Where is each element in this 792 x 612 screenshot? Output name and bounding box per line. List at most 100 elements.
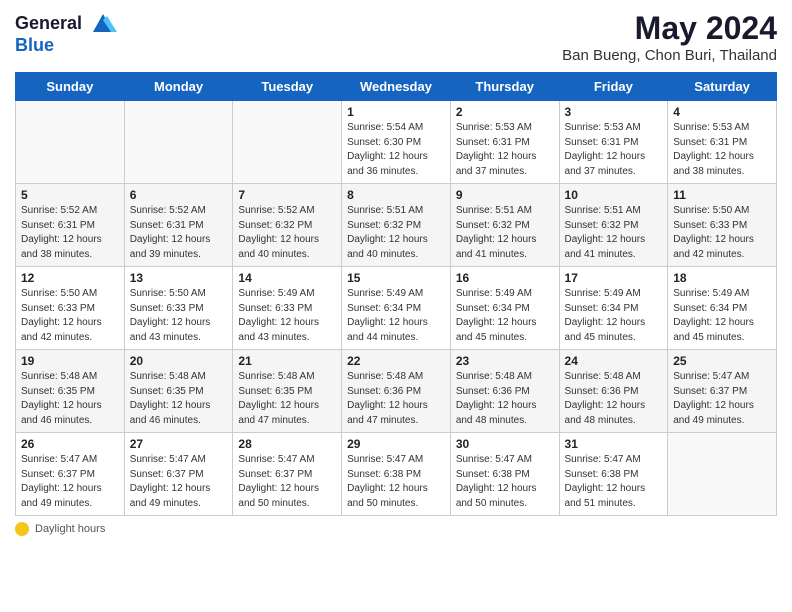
day-number: 6 xyxy=(130,188,228,202)
day-header-sunday: Sunday xyxy=(16,73,125,101)
day-info: Sunrise: 5:52 AM Sunset: 6:31 PM Dayligh… xyxy=(21,204,119,262)
calendar-cell xyxy=(233,101,342,184)
calendar-cell: 30Sunrise: 5:47 AM Sunset: 6:38 PM Dayli… xyxy=(450,433,559,516)
day-info: Sunrise: 5:50 AM Sunset: 6:33 PM Dayligh… xyxy=(21,287,119,345)
calendar-cell: 8 Sunrise: 5:51 AM Sunset: 6:32 PM Daylig… xyxy=(342,184,451,267)
calendar-cell: 24 Sunrise: 5:48 AM Sunset: 6:36 PM Dayli… xyxy=(559,350,668,433)
day-number: 3 xyxy=(565,105,663,119)
day-number: 13 xyxy=(130,271,228,285)
day-info: Sunrise: 5:53 AM Sunset: 6:31 PM Dayligh… xyxy=(565,121,663,179)
day-number: 26 xyxy=(21,437,119,451)
calendar-cell: 26Sunrise: 5:47 AM Sunset: 6:37 PM Dayli… xyxy=(16,433,125,516)
week-row-2: 5 Sunrise: 5:52 AM Sunset: 6:31 PM Daylig… xyxy=(16,184,777,267)
day-number: 21 xyxy=(238,354,336,368)
day-number: 9 xyxy=(456,188,554,202)
day-info: Sunrise: 5:53 AM Sunset: 6:31 PM Dayligh… xyxy=(456,121,554,179)
calendar-cell: 4Sunrise: 5:53 AM Sunset: 6:31 PM Daylig… xyxy=(668,101,777,184)
day-header-monday: Monday xyxy=(124,73,233,101)
calendar-cell xyxy=(124,101,233,184)
week-row-3: 12 Sunrise: 5:50 AM Sunset: 6:33 PM Dayli… xyxy=(16,267,777,350)
day-info: Sunrise: 5:47 AM Sunset: 6:37 PM Dayligh… xyxy=(673,370,771,428)
calendar-cell: 2Sunrise: 5:53 AM Sunset: 6:31 PM Daylig… xyxy=(450,101,559,184)
day-number: 27 xyxy=(130,437,228,451)
calendar-cell: 7Sunrise: 5:52 AM Sunset: 6:32 PM Daylig… xyxy=(233,184,342,267)
calendar-cell: 31Sunrise: 5:47 AM Sunset: 6:38 PM Dayli… xyxy=(559,433,668,516)
day-info: Sunrise: 5:47 AM Sunset: 6:38 PM Dayligh… xyxy=(565,453,663,511)
day-info: Sunrise: 5:54 AM Sunset: 6:30 PM Dayligh… xyxy=(347,121,445,179)
day-info: Sunrise: 5:52 AM Sunset: 6:31 PM Dayligh… xyxy=(130,204,228,262)
calendar-cell: 23 Sunrise: 5:48 AM Sunset: 6:36 PM Dayli… xyxy=(450,350,559,433)
calendar-cell: 15Sunrise: 5:49 AM Sunset: 6:34 PM Dayli… xyxy=(342,267,451,350)
day-number: 22 xyxy=(347,354,445,368)
day-number: 11 xyxy=(673,188,771,202)
calendar-cell: 14 Sunrise: 5:49 AM Sunset: 6:33 PM Dayli… xyxy=(233,267,342,350)
day-number: 29 xyxy=(347,437,445,451)
day-info: Sunrise: 5:49 AM Sunset: 6:34 PM Dayligh… xyxy=(347,287,445,345)
day-info: Sunrise: 5:48 AM Sunset: 6:36 PM Dayligh… xyxy=(456,370,554,428)
page-header: General Blue May 2024 Ban Bueng, Chon Bu… xyxy=(15,10,777,64)
daylight-label: Daylight hours xyxy=(35,523,105,535)
day-info: Sunrise: 5:50 AM Sunset: 6:33 PM Dayligh… xyxy=(673,204,771,262)
day-number: 18 xyxy=(673,271,771,285)
day-info: Sunrise: 5:48 AM Sunset: 6:36 PM Dayligh… xyxy=(565,370,663,428)
subtitle: Ban Bueng, Chon Buri, Thailand xyxy=(562,47,777,64)
day-number: 8 xyxy=(347,188,445,202)
logo-icon xyxy=(89,10,117,38)
day-info: Sunrise: 5:48 AM Sunset: 6:35 PM Dayligh… xyxy=(130,370,228,428)
day-info: Sunrise: 5:53 AM Sunset: 6:31 PM Dayligh… xyxy=(673,121,771,179)
calendar-cell: 28 Sunrise: 5:47 AM Sunset: 6:37 PM Dayli… xyxy=(233,433,342,516)
calendar-cell: 22 Sunrise: 5:48 AM Sunset: 6:36 PM Dayli… xyxy=(342,350,451,433)
calendar-cell: 18Sunrise: 5:49 AM Sunset: 6:34 PM Dayli… xyxy=(668,267,777,350)
footer-note: Daylight hours xyxy=(15,522,777,536)
calendar-cell: 10Sunrise: 5:51 AM Sunset: 6:32 PM Dayli… xyxy=(559,184,668,267)
logo: General Blue xyxy=(15,10,117,56)
day-info: Sunrise: 5:49 AM Sunset: 6:34 PM Dayligh… xyxy=(456,287,554,345)
calendar-cell: 21 Sunrise: 5:48 AM Sunset: 6:35 PM Dayli… xyxy=(233,350,342,433)
sun-icon xyxy=(15,522,29,536)
day-info: Sunrise: 5:49 AM Sunset: 6:33 PM Dayligh… xyxy=(238,287,336,345)
week-row-4: 19Sunrise: 5:48 AM Sunset: 6:35 PM Dayli… xyxy=(16,350,777,433)
day-number: 25 xyxy=(673,354,771,368)
day-headers-row: SundayMondayTuesdayWednesdayThursdayFrid… xyxy=(16,73,777,101)
logo-text: General xyxy=(15,10,117,38)
calendar-cell: 27 Sunrise: 5:47 AM Sunset: 6:37 PM Dayli… xyxy=(124,433,233,516)
calendar-cell: 1Sunrise: 5:54 AM Sunset: 6:30 PM Daylig… xyxy=(342,101,451,184)
day-header-saturday: Saturday xyxy=(668,73,777,101)
calendar-cell: 9 Sunrise: 5:51 AM Sunset: 6:32 PM Daylig… xyxy=(450,184,559,267)
calendar-cell: 17 Sunrise: 5:49 AM Sunset: 6:34 PM Dayli… xyxy=(559,267,668,350)
day-header-friday: Friday xyxy=(559,73,668,101)
logo-blue-text: Blue xyxy=(15,36,117,56)
day-info: Sunrise: 5:51 AM Sunset: 6:32 PM Dayligh… xyxy=(565,204,663,262)
calendar-cell: 6 Sunrise: 5:52 AM Sunset: 6:31 PM Daylig… xyxy=(124,184,233,267)
calendar-cell: 11 Sunrise: 5:50 AM Sunset: 6:33 PM Dayli… xyxy=(668,184,777,267)
calendar-cell: 20Sunrise: 5:48 AM Sunset: 6:35 PM Dayli… xyxy=(124,350,233,433)
calendar-cell xyxy=(668,433,777,516)
title-block: May 2024 Ban Bueng, Chon Buri, Thailand xyxy=(562,10,777,64)
day-info: Sunrise: 5:51 AM Sunset: 6:32 PM Dayligh… xyxy=(456,204,554,262)
day-info: Sunrise: 5:50 AM Sunset: 6:33 PM Dayligh… xyxy=(130,287,228,345)
calendar-cell: 19Sunrise: 5:48 AM Sunset: 6:35 PM Dayli… xyxy=(16,350,125,433)
day-number: 23 xyxy=(456,354,554,368)
day-info: Sunrise: 5:48 AM Sunset: 6:36 PM Dayligh… xyxy=(347,370,445,428)
day-info: Sunrise: 5:47 AM Sunset: 6:38 PM Dayligh… xyxy=(347,453,445,511)
day-info: Sunrise: 5:51 AM Sunset: 6:32 PM Dayligh… xyxy=(347,204,445,262)
day-info: Sunrise: 5:52 AM Sunset: 6:32 PM Dayligh… xyxy=(238,204,336,262)
calendar-cell: 25 Sunrise: 5:47 AM Sunset: 6:37 PM Dayli… xyxy=(668,350,777,433)
calendar-cell: 29 Sunrise: 5:47 AM Sunset: 6:38 PM Dayli… xyxy=(342,433,451,516)
calendar-cell: 3 Sunrise: 5:53 AM Sunset: 6:31 PM Daylig… xyxy=(559,101,668,184)
day-info: Sunrise: 5:48 AM Sunset: 6:35 PM Dayligh… xyxy=(238,370,336,428)
day-info: Sunrise: 5:47 AM Sunset: 6:37 PM Dayligh… xyxy=(130,453,228,511)
day-header-wednesday: Wednesday xyxy=(342,73,451,101)
day-header-tuesday: Tuesday xyxy=(233,73,342,101)
day-number: 28 xyxy=(238,437,336,451)
day-info: Sunrise: 5:47 AM Sunset: 6:37 PM Dayligh… xyxy=(238,453,336,511)
day-info: Sunrise: 5:49 AM Sunset: 6:34 PM Dayligh… xyxy=(565,287,663,345)
day-number: 12 xyxy=(21,271,119,285)
day-number: 24 xyxy=(565,354,663,368)
day-number: 5 xyxy=(21,188,119,202)
day-header-thursday: Thursday xyxy=(450,73,559,101)
day-number: 14 xyxy=(238,271,336,285)
day-number: 17 xyxy=(565,271,663,285)
calendar-cell: 13 Sunrise: 5:50 AM Sunset: 6:33 PM Dayli… xyxy=(124,267,233,350)
main-title: May 2024 xyxy=(562,10,777,47)
